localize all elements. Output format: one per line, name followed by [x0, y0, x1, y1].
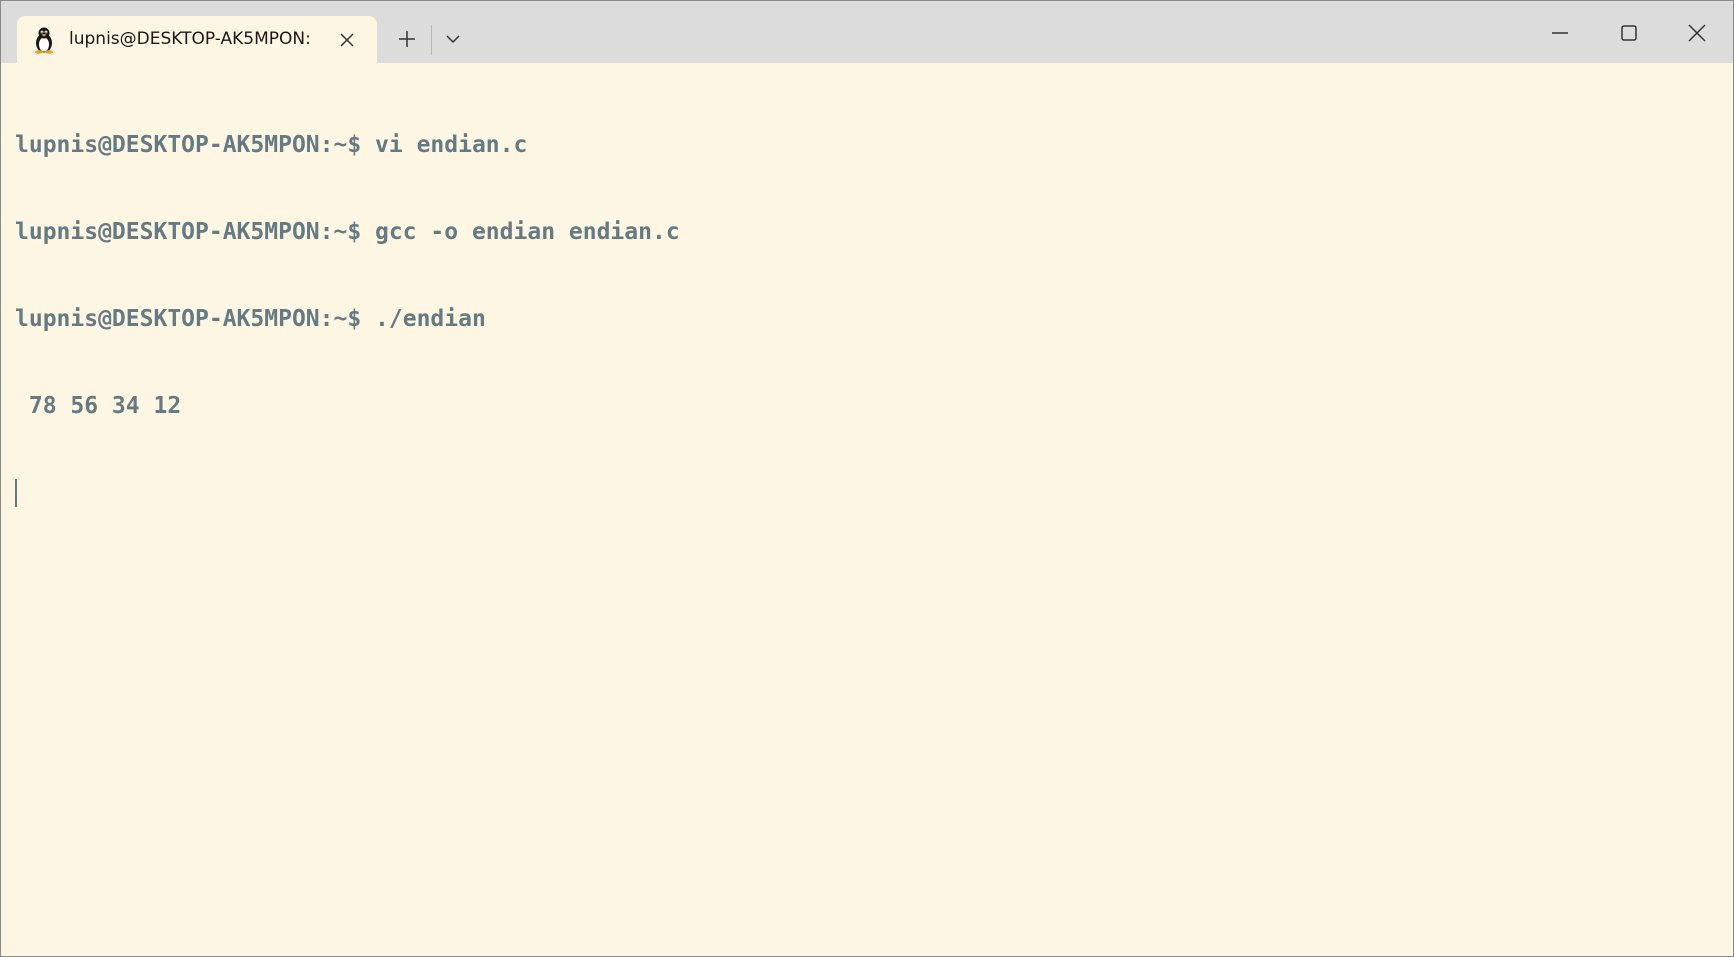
text-cursor	[15, 479, 17, 507]
plus-icon[interactable]	[393, 25, 421, 53]
minimize-button[interactable]	[1537, 15, 1583, 51]
maximize-button[interactable]	[1606, 15, 1652, 51]
terminal-line: lupnis@DESKTOP-AK5MPON:~$ gcc -o endian …	[15, 219, 680, 245]
terminal-output: lupnis@DESKTOP-AK5MPON:~$ vi endian.c lu…	[15, 73, 680, 566]
minimize-icon	[1552, 32, 1568, 34]
close-icon	[1688, 24, 1706, 42]
terminal-line: 78 56 34 12	[15, 393, 182, 419]
terminal-line: lupnis@DESKTOP-AK5MPON:~$ ./endian	[15, 306, 486, 332]
close-window-button[interactable]	[1674, 15, 1720, 51]
close-tab-icon[interactable]	[337, 30, 357, 50]
tab-terminal[interactable]: lupnis@DESKTOP-AK5MPON:	[17, 16, 377, 63]
terminal-pane[interactable]: lupnis@DESKTOP-AK5MPON:~$ vi endian.c lu…	[1, 63, 1733, 956]
terminal-line: lupnis@DESKTOP-AK5MPON:~$ vi endian.c	[15, 132, 528, 158]
maximize-icon	[1621, 25, 1637, 41]
terminal-window: lupnis@DESKTOP-AK5MPON: lupnis@DESKTOP-A…	[0, 0, 1734, 957]
tab-title: lupnis@DESKTOP-AK5MPON:	[69, 29, 311, 49]
cursor-line	[15, 479, 680, 508]
title-bar[interactable]: lupnis@DESKTOP-AK5MPON:	[1, 1, 1733, 63]
linux-penguin-icon	[31, 26, 57, 54]
chevron-down-icon[interactable]	[441, 27, 465, 51]
tab-divider	[431, 25, 432, 55]
